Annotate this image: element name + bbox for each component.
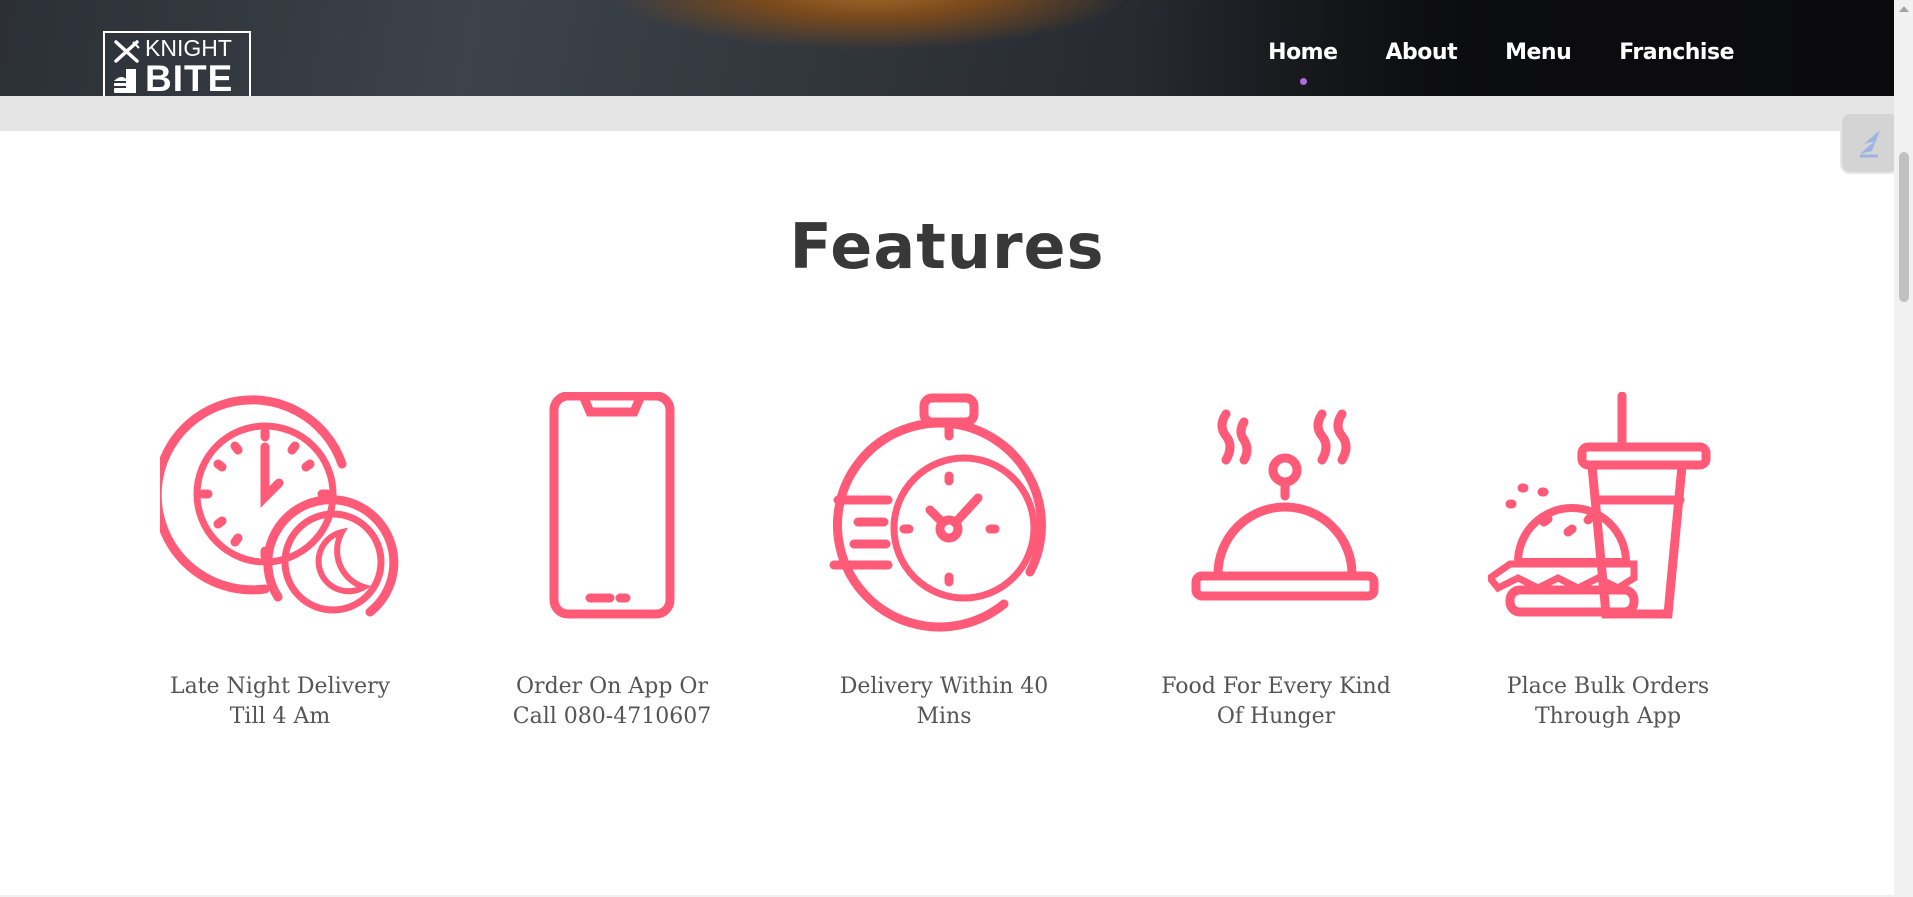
- feature-label-line1: Delivery Within 40: [839, 674, 1049, 699]
- feature-late-night: Late Night Delivery Till 4 Am: [130, 392, 430, 732]
- feature-label: Place Bulk Orders Through App: [1458, 672, 1758, 732]
- fork-knife-icon: [114, 40, 140, 63]
- feature-label-line1: Order On App Or: [516, 674, 708, 699]
- feature-label: Food For Every Kind Of Hunger: [1126, 672, 1426, 732]
- feature-label: Late Night Delivery Till 4 Am: [130, 672, 430, 732]
- burger-drink-icon: [1488, 392, 1711, 619]
- nav-franchise[interactable]: Franchise: [1619, 40, 1734, 65]
- logo-text-bottom: BITE: [145, 58, 234, 99]
- feature-label-line1: Food For Every Kind: [1161, 674, 1391, 699]
- section-title: Features: [789, 210, 1105, 283]
- feature-label-line1: Place Bulk Orders: [1506, 674, 1710, 699]
- feature-fast-delivery: Delivery Within 40 Mins: [794, 392, 1094, 732]
- nav-home-label: Home: [1268, 40, 1338, 65]
- page-scrollbar[interactable]: [1894, 0, 1913, 897]
- smartphone-icon: [549, 392, 675, 619]
- feature-label-line2: Of Hunger: [1216, 704, 1336, 729]
- feature-label: Order On App Or Call 080-4710607: [462, 672, 762, 732]
- feature-every-hunger: Food For Every Kind Of Hunger: [1126, 392, 1426, 732]
- floating-extension-button[interactable]: [1842, 114, 1898, 172]
- nav-about-label: About: [1385, 40, 1458, 65]
- food-cloche-icon: [1191, 409, 1379, 601]
- feature-bulk-orders: Place Bulk Orders Through App: [1458, 392, 1758, 732]
- feature-label-line2: Till 4 Am: [229, 704, 331, 729]
- header-divider-strip: [0, 96, 1894, 131]
- feature-label-line2: Through App: [1534, 704, 1682, 729]
- clock-moon-icon: [160, 395, 399, 617]
- nav-about[interactable]: About: [1386, 40, 1458, 65]
- nav-franchise-label: Franchise: [1619, 40, 1734, 65]
- feature-label: Delivery Within 40 Mins: [794, 672, 1094, 732]
- nav-menu-label: Menu: [1505, 40, 1572, 65]
- feature-label-line2: Mins: [916, 704, 972, 729]
- feature-label-line2: Call 080-4710607: [512, 704, 712, 729]
- nav-menu[interactable]: Menu: [1505, 40, 1572, 65]
- scroll-up-arrow-icon[interactable]: [1899, 6, 1909, 12]
- brand-logo[interactable]: KNIGHT BITE: [103, 31, 251, 99]
- lightning-icon: [1860, 130, 1880, 158]
- active-indicator: [1299, 78, 1307, 85]
- nav-home[interactable]: Home: [1268, 40, 1338, 85]
- feature-order-app: Order On App Or Call 080-4710607: [462, 392, 762, 732]
- header-banner: KNIGHT BITE Home About Menu Franchise: [0, 0, 1894, 99]
- burger-fries-icon: [114, 69, 136, 93]
- scrollbar-thumb[interactable]: [1899, 152, 1909, 302]
- main-nav: Home About Menu Franchise: [1220, 40, 1734, 85]
- feature-label-line1: Late Night Delivery: [169, 674, 391, 699]
- stopwatch-icon: [829, 393, 1046, 632]
